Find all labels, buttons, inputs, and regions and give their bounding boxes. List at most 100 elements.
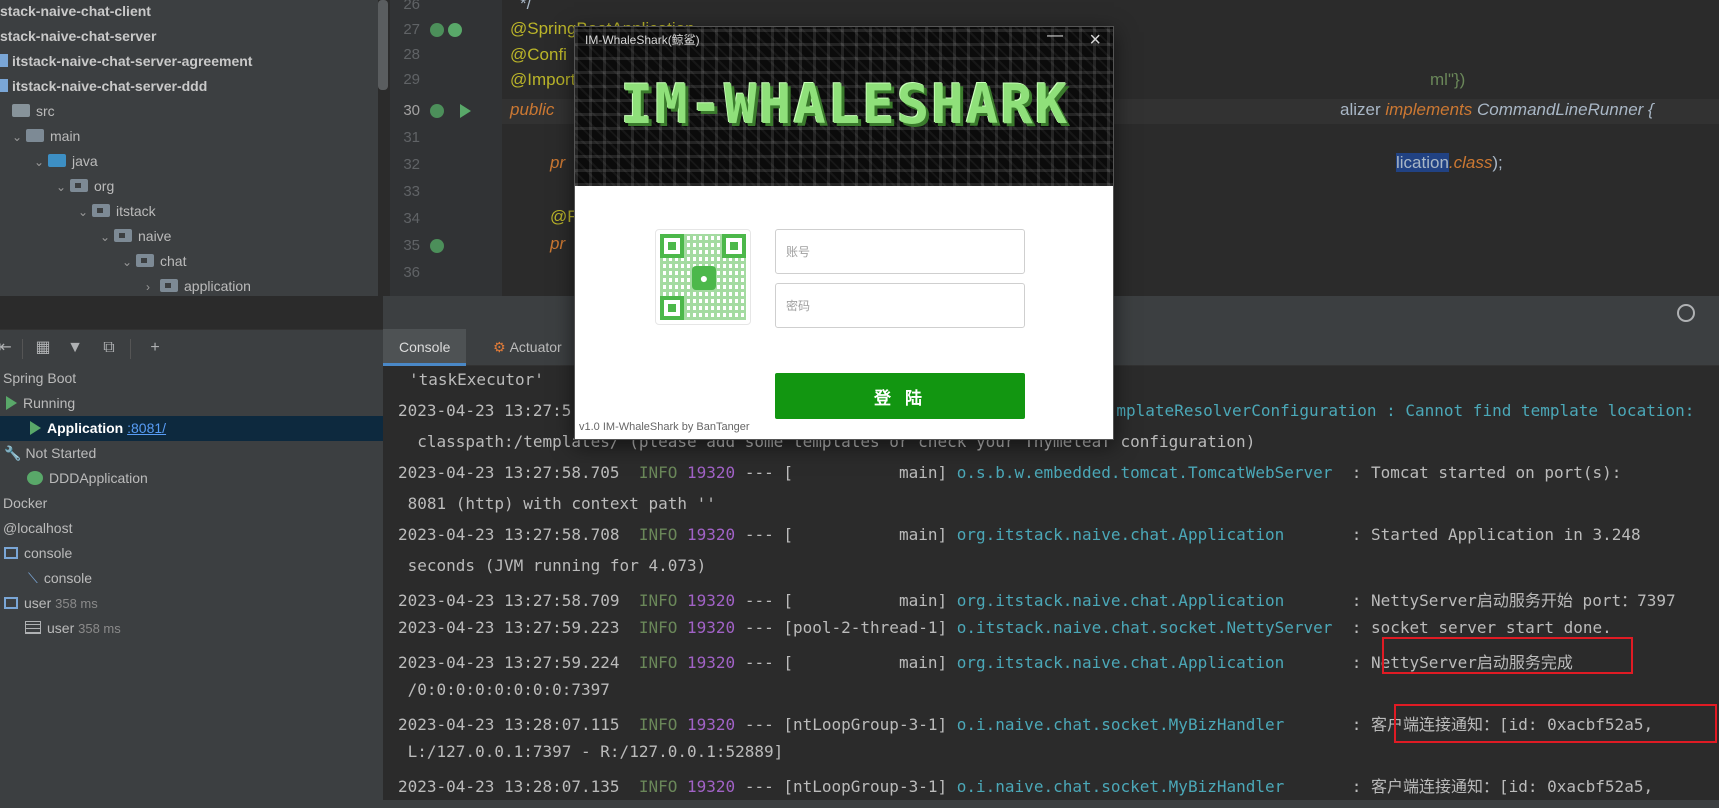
- account-input[interactable]: [775, 229, 1025, 274]
- console-line: /0:0:0:0:0:0:0:0:7397: [398, 680, 610, 699]
- collapse-icon[interactable]: ⇤: [0, 338, 16, 358]
- console-line: 2023-04-23 13:27:58.709 INFO 19320 --- […: [398, 587, 1676, 611]
- password-input[interactable]: [775, 283, 1025, 328]
- spring-bean-icon[interactable]: [430, 239, 444, 253]
- service-group-spring-boot[interactable]: Spring Boot: [0, 366, 383, 391]
- filter-icon[interactable]: ▼: [64, 338, 86, 358]
- console-line: L:/127.0.0.1:7397 - R:/127.0.0.1:52889]: [398, 742, 784, 761]
- log-date: 2023-04-23 13:27:58.705: [398, 463, 620, 482]
- add-icon[interactable]: +: [144, 338, 166, 358]
- code-token: alizer: [1340, 100, 1381, 119]
- log-level: INFO: [638, 618, 678, 637]
- chevron-down-icon[interactable]: ⌄: [78, 200, 92, 225]
- service-item-dddapplication[interactable]: DDDApplication: [0, 466, 383, 491]
- run-icon: [6, 396, 17, 410]
- line-number: 28: [403, 46, 420, 63]
- log-message: : socket server start done.: [1342, 618, 1612, 637]
- tree-item-naive[interactable]: ⌄ naive: [100, 224, 171, 249]
- log-level: INFO: [638, 463, 678, 482]
- log-thread: --- [ main]: [744, 463, 948, 482]
- tree-item-src[interactable]: src: [12, 99, 55, 124]
- code-token: .class: [1448, 153, 1493, 172]
- console-line: 2023-04-23 13:27:59.223 INFO 19320 --- […: [398, 618, 1612, 637]
- spring-config-icon[interactable]: [448, 23, 462, 37]
- tree-item-itstack[interactable]: ⌄ itstack: [78, 199, 156, 224]
- chevron-down-icon[interactable]: ⌄: [12, 125, 26, 150]
- actuator-icon: ⚙: [493, 339, 506, 355]
- tree-item-server-agreement[interactable]: itstack-naive-chat-server-agreement: [0, 49, 252, 74]
- service-group-docker[interactable]: Docker: [0, 491, 383, 516]
- line-number: 35: [403, 237, 420, 254]
- minimize-button[interactable]: —: [1047, 27, 1063, 45]
- log-date: 2023-04-23 13:28:07.135: [398, 777, 620, 796]
- services-tree: Spring Boot Running Application :8081/ 🔧…: [0, 366, 383, 808]
- database-console-icon: [4, 597, 18, 609]
- tree-item-chat[interactable]: ⌄ chat: [122, 249, 186, 274]
- tree-item-client[interactable]: stack-naive-chat-client: [0, 0, 151, 24]
- service-group-not-started[interactable]: 🔧 Not Started: [0, 441, 383, 466]
- login-button[interactable]: 登 陆: [775, 373, 1025, 419]
- log-pid: 19320: [687, 618, 736, 637]
- port-link[interactable]: :8081/: [127, 420, 166, 436]
- chevron-right-icon[interactable]: ›: [146, 275, 160, 296]
- tree-item-application[interactable]: › application: [146, 274, 251, 296]
- log-pid: 19320: [687, 715, 736, 734]
- wrench-icon: 🔧: [4, 445, 22, 461]
- window-title: IM-WhaleShark(鲸鲨): [585, 33, 700, 47]
- tree-item-label: itstack-naive-chat-server-ddd: [12, 78, 208, 94]
- code-token: CommandLineRunner {: [1477, 100, 1654, 119]
- log-message: : Started Application in 3.248: [1342, 525, 1641, 544]
- group-icon[interactable]: ▦: [32, 338, 54, 358]
- log-logger: org.itstack.naive.chat.Application: [956, 591, 1343, 610]
- tree-item-java[interactable]: ⌄ java: [34, 149, 98, 174]
- chevron-down-icon[interactable]: ⌄: [100, 225, 114, 250]
- chevron-down-icon[interactable]: ⌄: [34, 150, 48, 175]
- console-line: 2023-04-23 13:28:07.135 INFO 19320 --- […: [398, 773, 1653, 797]
- code-token: lication: [1396, 153, 1449, 172]
- crosshair-icon[interactable]: [1677, 304, 1695, 322]
- editor-gutter: 26 27 28 29 30 31 32 33 34 35 36: [390, 0, 502, 296]
- tree-item-server[interactable]: stack-naive-chat-server: [0, 24, 156, 49]
- tree-item-label: itstack: [116, 203, 156, 219]
- service-label: Application: [47, 420, 124, 436]
- log-logger: org.itstack.naive.chat.Application: [956, 653, 1343, 672]
- elapsed-time: 358 ms: [78, 621, 121, 636]
- tab-console[interactable]: Console: [383, 329, 467, 366]
- log-message: : Tomcat started on port(s):: [1342, 463, 1622, 482]
- tree-item-label: main: [50, 128, 81, 144]
- qr-finder: [660, 234, 684, 258]
- service-item-console[interactable]: console: [0, 541, 383, 566]
- package-icon: [70, 179, 88, 192]
- log-thread: --- [ntLoopGroup-3-1]: [744, 715, 948, 734]
- chevron-down-icon[interactable]: ⌄: [56, 175, 70, 200]
- elapsed-time: 358 ms: [55, 596, 98, 611]
- spring-bean-icon[interactable]: [430, 104, 444, 118]
- folder-icon: [48, 154, 66, 167]
- log-logger: o.s.b.w.embedded.tomcat.TomcatWebServer: [956, 463, 1343, 482]
- chevron-down-icon[interactable]: ⌄: [122, 250, 136, 275]
- log-logger: org.itstack.naive.chat.Application: [956, 525, 1343, 544]
- tab-actuator[interactable]: ⚙ Actuator: [477, 329, 578, 366]
- service-item-user[interactable]: user 358 ms: [0, 591, 383, 616]
- project-tree-scrollbar[interactable]: [378, 0, 390, 90]
- spring-bean-icon[interactable]: [430, 23, 444, 37]
- service-group-running[interactable]: Running: [0, 391, 383, 416]
- folder-icon: [26, 129, 44, 142]
- console-line: 2023-04-23 13:27:58.705 INFO 19320 --- […: [398, 463, 1621, 482]
- log-date: 2023-04-23 13:27:58.708: [398, 525, 620, 544]
- service-item-console-session[interactable]: ⟍ console: [0, 566, 383, 591]
- close-button[interactable]: ×: [1089, 29, 1101, 52]
- service-group-localhost[interactable]: @localhost: [0, 516, 383, 541]
- new-tab-icon[interactable]: ⧉: [98, 338, 120, 358]
- log-level: INFO: [638, 525, 678, 544]
- service-label: console: [24, 545, 73, 561]
- service-label: user: [47, 620, 75, 636]
- service-label: Running: [23, 395, 76, 411]
- tree-item-server-ddd[interactable]: itstack-naive-chat-server-ddd: [0, 74, 207, 99]
- tree-item-main[interactable]: ⌄ main: [12, 124, 80, 149]
- tree-item-org[interactable]: ⌄ org: [56, 174, 114, 199]
- run-gutter-icon[interactable]: [460, 104, 471, 118]
- service-item-user-table[interactable]: user 358 ms: [0, 616, 383, 641]
- log-level: INFO: [638, 777, 678, 796]
- service-item-application[interactable]: Application :8081/: [0, 416, 383, 441]
